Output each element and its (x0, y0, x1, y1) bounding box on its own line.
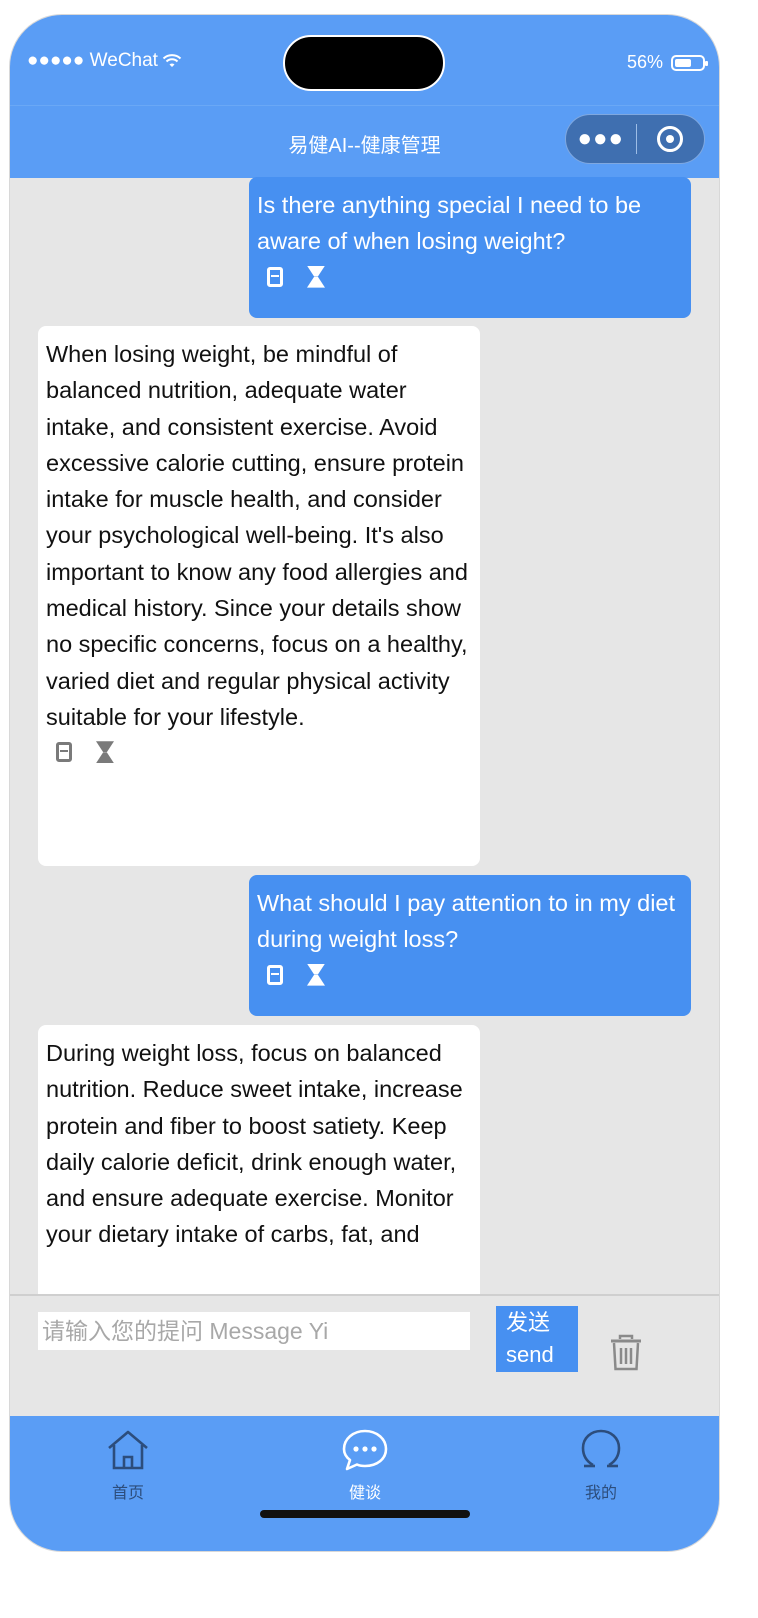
chat-bubble-icon (342, 1429, 388, 1471)
message-text: When losing weight, be mindful of balanc… (46, 341, 468, 730)
home-icon (108, 1430, 148, 1470)
message-actions (257, 960, 683, 990)
miniprogram-capsule: ●●● (565, 114, 705, 164)
battery-icon (671, 54, 708, 71)
trash-icon[interactable] (609, 1334, 643, 1372)
copy-icon[interactable] (267, 964, 283, 985)
hourglass-icon[interactable] (96, 741, 114, 763)
hourglass-icon[interactable] (307, 964, 325, 986)
camera-notch (283, 35, 445, 91)
message-actions (46, 737, 472, 767)
status-bar: ●●●●● WeChat 56% (10, 15, 719, 105)
message-text: Is there anything special I need to be a… (257, 192, 642, 255)
tab-bar: 首页 健谈 我的 (10, 1416, 719, 1551)
target-icon (657, 126, 684, 152)
message-text: What should I pay attention to in my die… (257, 890, 676, 953)
composer-bar: 发送 send (10, 1294, 719, 1416)
tab-label: 首页 (111, 1485, 144, 1502)
message-user: What should I pay attention to in my die… (249, 875, 691, 1016)
profile-icon (581, 1429, 621, 1468)
more-button[interactable]: ●●● (566, 127, 636, 151)
hourglass-icon[interactable] (307, 266, 325, 288)
message-ai: During weight loss, focus on balanced nu… (38, 1025, 480, 1294)
tab-chat[interactable]: 健谈 (305, 1428, 425, 1503)
wifi-icon (162, 54, 182, 67)
message-text: During weight loss, focus on balanced nu… (46, 1040, 463, 1248)
message-actions (257, 262, 683, 292)
tab-label: 健谈 (348, 1485, 381, 1502)
carrier-status: ●●●●● WeChat (27, 50, 182, 72)
message-input[interactable] (38, 1312, 470, 1350)
copy-icon[interactable] (56, 742, 72, 763)
phone-frame: ●●●●● WeChat 56% 易健AI--健康管理 ●●● Is there… (10, 15, 719, 1551)
tab-label: 我的 (584, 1485, 617, 1502)
close-miniprogram-button[interactable] (637, 126, 705, 152)
copy-icon[interactable] (267, 266, 283, 287)
tab-me[interactable]: 我的 (541, 1428, 661, 1503)
message-user: Is there anything special I need to be a… (249, 177, 691, 318)
message-ai: When losing weight, be mindful of balanc… (38, 326, 480, 866)
navigation-bar: 易健AI--健康管理 ●●● (10, 105, 719, 178)
more-dots-icon: ●●● (577, 125, 624, 152)
battery-status: 56% (626, 52, 708, 73)
send-label-en: send (506, 1342, 554, 1367)
send-label-zh: 发送 (506, 1310, 551, 1335)
tab-home[interactable]: 首页 (68, 1428, 188, 1503)
home-indicator (260, 1510, 470, 1518)
send-button[interactable]: 发送 send (496, 1306, 578, 1372)
chat-scroll-area[interactable]: Is there anything special I need to be a… (10, 177, 719, 1294)
carrier-label: ●●●●● WeChat (27, 50, 158, 71)
battery-percent: 56% (626, 52, 663, 72)
